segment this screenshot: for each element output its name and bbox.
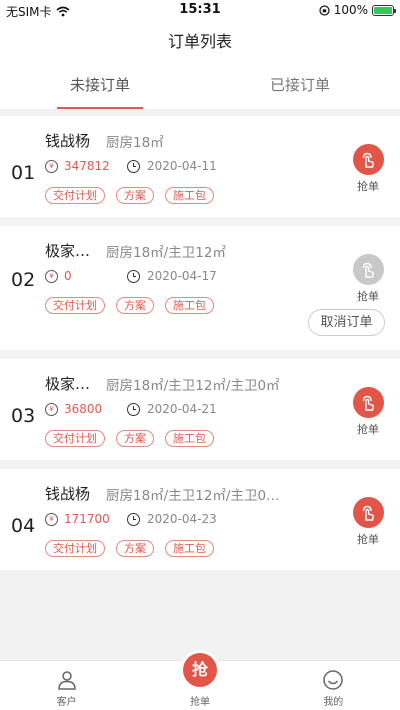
grab-order-label: 抢单 bbox=[357, 423, 379, 436]
tab-grab-order-label: 抢单 bbox=[189, 697, 210, 708]
price-icon: ¥ bbox=[45, 402, 58, 416]
tag-delivery-plan[interactable]: 交付计划 bbox=[45, 540, 105, 557]
price-icon: ¥ bbox=[45, 159, 58, 173]
tag-construction-pack[interactable]: 施工包 bbox=[165, 297, 214, 314]
order-date: 2020-04-23 bbox=[147, 512, 217, 526]
customer-name: 极家… bbox=[45, 375, 91, 393]
hand-tap-icon bbox=[352, 497, 384, 528]
room-info: 厨房18㎡/主卫12㎡/主卫0… bbox=[106, 488, 280, 504]
customer-name: 钱战杨 bbox=[45, 132, 91, 150]
order-price: 347812 bbox=[64, 159, 110, 173]
hand-tap-icon bbox=[352, 144, 384, 175]
order-card[interactable]: 04 钱战杨 厨房18㎡/主卫12㎡/主卫0… ¥ 171700 2020-04… bbox=[0, 469, 400, 570]
order-date: 2020-04-21 bbox=[147, 402, 217, 416]
order-number: 02 bbox=[11, 269, 36, 291]
tag-plan[interactable]: 方案 bbox=[116, 430, 154, 447]
room-info: 厨房18㎡/主卫12㎡ bbox=[106, 245, 226, 261]
clock-icon bbox=[127, 269, 140, 283]
tag-construction-pack[interactable]: 施工包 bbox=[165, 430, 214, 447]
order-card[interactable]: 02 极家… 厨房18㎡/主卫12㎡ ¥ 0 2020-04-17 交付计划 方… bbox=[0, 226, 400, 350]
grab-order-label: 抢单 bbox=[357, 290, 379, 303]
price-icon: ¥ bbox=[45, 512, 58, 526]
tag-construction-pack[interactable]: 施工包 bbox=[165, 540, 214, 557]
tab-unaccepted[interactable]: 未接订单 bbox=[0, 62, 200, 109]
tab-mine[interactable]: 我的 bbox=[267, 661, 400, 710]
grab-order-label: 抢单 bbox=[357, 533, 379, 546]
customer-name: 极家… bbox=[45, 242, 91, 260]
status-bar: 无SIM卡 15:31 100% bbox=[0, 0, 400, 22]
grab-order-button-disabled[interactable]: 抢单 bbox=[352, 254, 384, 304]
tag-plan[interactable]: 方案 bbox=[116, 187, 154, 204]
clock-icon bbox=[127, 402, 140, 416]
tab-customer-label: 客户 bbox=[56, 697, 77, 708]
smiley-icon bbox=[323, 670, 344, 690]
hand-tap-icon bbox=[352, 387, 384, 418]
tag-plan[interactable]: 方案 bbox=[116, 540, 154, 557]
tab-customer[interactable]: 客户 bbox=[0, 661, 133, 710]
cancel-order-button[interactable]: 取消订单 bbox=[308, 309, 385, 336]
order-list: 01 钱战杨 厨房18㎡ ¥ 347812 2020-04-11 交付计划 方案… bbox=[0, 116, 400, 579]
order-number: 03 bbox=[11, 405, 36, 427]
tag-delivery-plan[interactable]: 交付计划 bbox=[45, 187, 105, 204]
hand-tap-icon bbox=[352, 254, 384, 285]
battery-icon bbox=[372, 4, 396, 16]
tag-delivery-plan[interactable]: 交付计划 bbox=[45, 297, 105, 314]
tag-plan[interactable]: 方案 bbox=[116, 297, 154, 314]
rotation-lock-icon bbox=[319, 4, 330, 16]
order-tabs: 未接订单 已接订单 bbox=[0, 62, 400, 110]
grab-order-button[interactable]: 抢单 bbox=[352, 387, 384, 437]
tag-construction-pack[interactable]: 施工包 bbox=[165, 187, 214, 204]
grab-order-button[interactable]: 抢单 bbox=[352, 497, 384, 547]
clock-icon bbox=[127, 159, 140, 173]
price-icon: ¥ bbox=[45, 269, 58, 283]
order-date: 2020-04-11 bbox=[147, 159, 217, 173]
grab-order-button[interactable]: 抢单 bbox=[352, 144, 384, 194]
order-date: 2020-04-17 bbox=[147, 269, 217, 283]
customer-name: 钱战杨 bbox=[45, 485, 91, 503]
grab-order-icon: 抢 bbox=[182, 653, 217, 687]
customer-icon bbox=[57, 671, 76, 690]
tab-grab-order[interactable]: 抢 抢单 bbox=[133, 653, 266, 710]
tag-delivery-plan[interactable]: 交付计划 bbox=[45, 430, 105, 447]
clock-icon bbox=[127, 512, 140, 526]
grab-order-label: 抢单 bbox=[357, 180, 379, 193]
room-info: 厨房18㎡ bbox=[106, 135, 164, 151]
tab-accepted[interactable]: 已接订单 bbox=[200, 62, 400, 109]
order-price: 171700 bbox=[64, 512, 110, 526]
order-card[interactable]: 01 钱战杨 厨房18㎡ ¥ 347812 2020-04-11 交付计划 方案… bbox=[0, 116, 400, 217]
bottom-tab-bar: 客户 抢 抢单 我的 bbox=[0, 653, 400, 710]
battery-percent: 100% bbox=[333, 3, 368, 17]
order-number: 04 bbox=[11, 515, 36, 537]
order-card[interactable]: 03 极家… 厨房18㎡/主卫12㎡/主卫0㎡ ¥ 36800 2020-04-… bbox=[0, 359, 400, 460]
order-price: 0 bbox=[64, 269, 72, 283]
order-number: 01 bbox=[11, 162, 36, 184]
order-price: 36800 bbox=[64, 402, 103, 416]
tab-mine-label: 我的 bbox=[323, 697, 344, 708]
room-info: 厨房18㎡/主卫12㎡/主卫0㎡ bbox=[106, 378, 280, 394]
page-title: 订单列表 bbox=[0, 22, 400, 62]
